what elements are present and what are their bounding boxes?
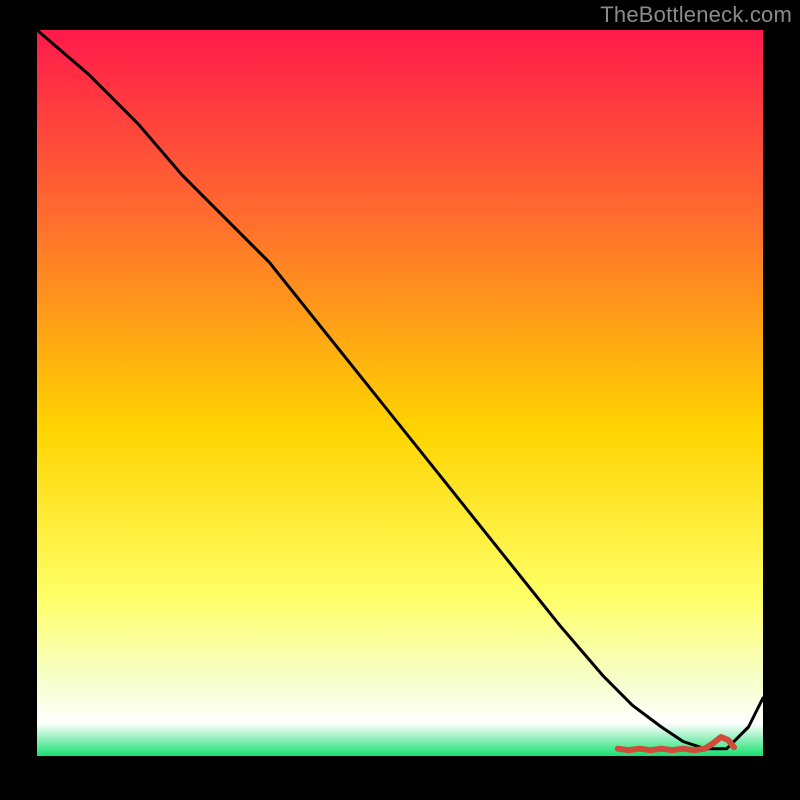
- gradient-background: [37, 30, 763, 756]
- plot-area: [37, 30, 763, 756]
- attribution-text: TheBottleneck.com: [600, 2, 792, 28]
- chart-svg: [37, 30, 763, 756]
- chart-frame: TheBottleneck.com: [0, 0, 800, 800]
